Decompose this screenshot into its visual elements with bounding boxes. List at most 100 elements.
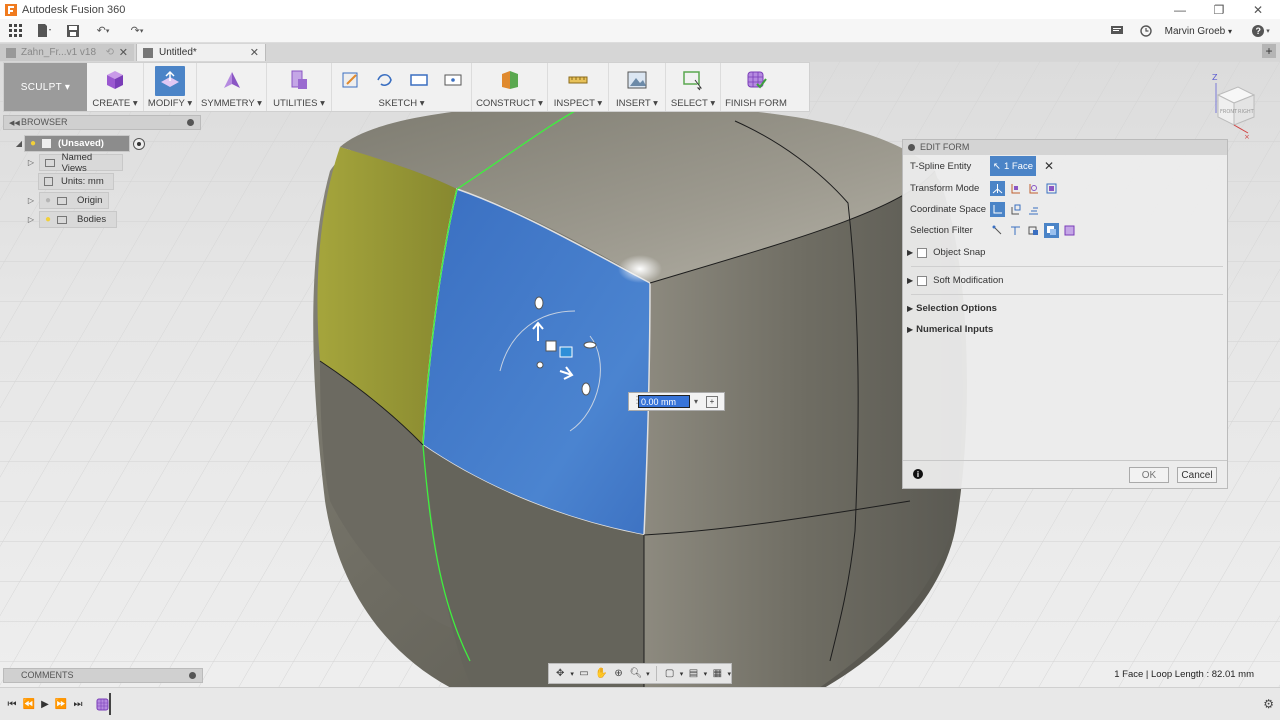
close-tab-icon[interactable]: ✕ bbox=[250, 46, 259, 59]
browser-root-row[interactable]: ◢ ● (Unsaved) bbox=[14, 135, 145, 152]
redo-icon[interactable]: ↷ ▾ bbox=[120, 19, 154, 43]
translate-mode-icon[interactable] bbox=[1008, 181, 1023, 196]
insert-group[interactable]: INSERT ▾ bbox=[609, 63, 666, 111]
document-settings-icon bbox=[44, 177, 53, 186]
loop-filter-icon[interactable] bbox=[1062, 223, 1077, 238]
look-at-icon[interactable]: ▭ bbox=[577, 666, 591, 681]
construct-group[interactable]: CONSTRUCT ▾ bbox=[472, 63, 548, 111]
expand-triangle-icon[interactable]: ▷ bbox=[26, 215, 36, 224]
selection-options-row[interactable]: ▶ Selection Options bbox=[907, 303, 997, 314]
dialog-options-icon[interactable] bbox=[908, 144, 915, 151]
expand-triangle-icon[interactable]: ▷ bbox=[26, 196, 36, 205]
close-window-icon[interactable]: ✕ bbox=[1238, 0, 1278, 19]
rotate-mode-icon[interactable] bbox=[1026, 181, 1041, 196]
scale-mode-icon[interactable] bbox=[1044, 181, 1059, 196]
expand-triangle-icon[interactable]: ◢ bbox=[14, 139, 24, 148]
help-menu[interactable]: ? ▾ bbox=[1250, 19, 1272, 43]
create-group[interactable]: CREATE ▾ bbox=[87, 63, 144, 111]
cancel-button[interactable]: Cancel bbox=[1177, 467, 1217, 483]
soft-modification-row[interactable]: ▶ Soft Modification bbox=[907, 275, 1003, 286]
expand-triangle-icon[interactable]: ▷ bbox=[26, 158, 36, 167]
form-feature-icon[interactable] bbox=[96, 697, 110, 711]
modify-group[interactable]: MODIFY ▾ bbox=[144, 63, 197, 111]
display-settings-icon[interactable]: ▢ bbox=[662, 666, 676, 681]
expand-triangle-icon[interactable]: ▶ bbox=[907, 325, 913, 334]
orbit-icon[interactable]: ✥ bbox=[553, 666, 567, 681]
browser-item-named-views[interactable]: ▷ Named Views bbox=[26, 152, 123, 174]
lightbulb-icon[interactable]: ● bbox=[30, 138, 36, 149]
expand-triangle-icon[interactable]: ▶ bbox=[907, 248, 913, 257]
browser-item-bodies[interactable]: ▷ ● Bodies bbox=[26, 211, 117, 228]
step-forward-icon[interactable]: ⏩ bbox=[54, 697, 68, 711]
zoom-icon[interactable]: 🔍︎ bbox=[629, 666, 643, 681]
step-back-icon[interactable]: ⏪ bbox=[22, 697, 36, 711]
select-group[interactable]: SELECT ▾ bbox=[666, 63, 721, 111]
distance-input[interactable]: 0.00 mm bbox=[638, 395, 690, 408]
timeline-settings-gear-icon[interactable]: ⚙ bbox=[1263, 697, 1274, 711]
notifications-icon[interactable] bbox=[1108, 19, 1126, 43]
viewcube[interactable]: Z FRONT RIGHT × bbox=[1204, 71, 1264, 141]
browser-panel-header[interactable]: ◀◀ BROWSER bbox=[3, 115, 201, 130]
object-snap-row[interactable]: ▶ Object Snap bbox=[907, 247, 985, 258]
lightbulb-icon[interactable]: ● bbox=[45, 214, 51, 225]
apps-grid-icon[interactable] bbox=[0, 19, 30, 43]
comments-options-icon[interactable] bbox=[189, 672, 196, 679]
ok-button[interactable]: OK bbox=[1129, 467, 1169, 483]
inspect-group[interactable]: INSPECT ▾ bbox=[548, 63, 609, 111]
grid-snaps-icon[interactable]: ▤ bbox=[686, 666, 700, 681]
new-tab-icon[interactable]: + bbox=[1262, 44, 1276, 58]
divider bbox=[911, 266, 1223, 267]
expand-triangle-icon[interactable]: ▶ bbox=[907, 276, 913, 285]
user-account-menu[interactable]: Marvin Groeb ▾ bbox=[1165, 19, 1232, 43]
undo-icon[interactable]: ↶ ▾ bbox=[86, 19, 120, 43]
workspace-switcher[interactable]: SCULPT ▾ bbox=[4, 63, 87, 111]
go-to-end-icon[interactable]: ⏭ bbox=[71, 697, 85, 711]
file-menu-icon[interactable] bbox=[30, 19, 60, 43]
chevron-down-icon[interactable]: ▾ bbox=[694, 397, 698, 406]
edge-filter-icon[interactable] bbox=[1008, 223, 1023, 238]
drag-handle-icon[interactable]: ⋮ bbox=[632, 395, 642, 406]
dialog-titlebar[interactable]: EDIT FORM bbox=[903, 140, 1227, 155]
tab-zahn-document[interactable]: Zahn_Fr...v1 v18 ⟲ ✕ bbox=[0, 44, 134, 61]
lightbulb-icon[interactable]: ● bbox=[45, 195, 51, 206]
zoom-window-icon[interactable]: ⊕ bbox=[611, 666, 625, 681]
utilities-group[interactable]: UTILITIES ▾ bbox=[267, 63, 332, 111]
browser-item-units[interactable]: Units: mm bbox=[38, 173, 114, 190]
comments-panel-header[interactable]: COMMENTS bbox=[3, 668, 203, 683]
face-filter-icon[interactable] bbox=[1026, 223, 1041, 238]
status-text: 1 Face | Loop Length : 82.01 mm bbox=[1114, 669, 1254, 680]
timeline-marker[interactable] bbox=[109, 693, 111, 715]
expression-icon[interactable]: + bbox=[706, 395, 719, 408]
info-icon[interactable]: i bbox=[913, 469, 923, 479]
restore-icon[interactable]: ❐ bbox=[1199, 0, 1239, 19]
go-to-start-icon[interactable]: ⏮ bbox=[5, 697, 19, 711]
viewports-icon[interactable]: ▦ bbox=[710, 666, 724, 681]
tspline-entity-selection[interactable]: ↖ 1 Face bbox=[990, 156, 1036, 176]
sketch-group[interactable]: SKETCH ▾ bbox=[332, 63, 472, 111]
play-icon[interactable]: ▶ bbox=[38, 697, 52, 711]
soft-modification-checkbox[interactable] bbox=[917, 275, 928, 286]
browser-options-icon[interactable] bbox=[187, 119, 194, 126]
symmetry-group[interactable]: SYMMETRY ▾ bbox=[197, 63, 267, 111]
save-icon[interactable] bbox=[60, 19, 86, 43]
world-space-icon[interactable] bbox=[990, 201, 1005, 217]
view-space-icon[interactable] bbox=[1008, 202, 1023, 217]
local-space-icon[interactable] bbox=[1026, 202, 1041, 217]
expand-triangle-icon[interactable]: ▶ bbox=[907, 304, 913, 313]
body-filter-icon[interactable] bbox=[1044, 222, 1059, 238]
multi-transform-icon[interactable] bbox=[990, 180, 1005, 196]
close-tab-icon[interactable]: ✕ bbox=[119, 46, 128, 59]
job-status-clock-icon[interactable] bbox=[1137, 19, 1155, 43]
browser-item-origin[interactable]: ▷ ● Origin bbox=[26, 192, 109, 209]
minimize-icon[interactable]: — bbox=[1160, 0, 1200, 19]
vertex-filter-icon[interactable] bbox=[990, 223, 1005, 238]
pan-hand-icon[interactable]: ✋ bbox=[594, 666, 608, 681]
tab-untitled[interactable]: Untitled* ✕ bbox=[136, 44, 266, 61]
numerical-inputs-row[interactable]: ▶ Numerical Inputs bbox=[907, 324, 993, 335]
activate-radio-icon[interactable] bbox=[133, 137, 145, 150]
collapse-arrow-icon[interactable]: ◀◀ bbox=[9, 119, 20, 127]
object-snap-checkbox[interactable] bbox=[917, 247, 928, 258]
finish-form-group[interactable]: FINISH FORM bbox=[721, 63, 791, 111]
clear-selection-icon[interactable]: ✕ bbox=[1044, 159, 1054, 173]
chevron-down-icon: ▾ bbox=[1227, 26, 1232, 36]
